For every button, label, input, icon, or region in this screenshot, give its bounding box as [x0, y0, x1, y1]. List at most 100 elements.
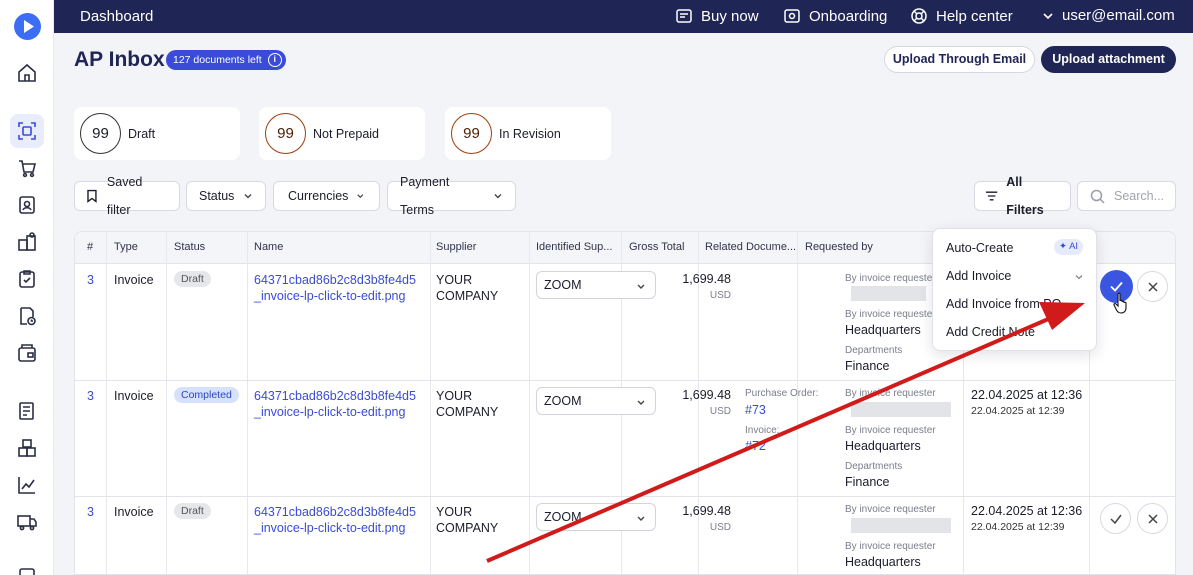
- status-badge: Draft: [174, 503, 211, 519]
- document-clock-icon[interactable]: [16, 305, 38, 327]
- home-icon[interactable]: [16, 62, 38, 84]
- row-type: Invoice: [114, 389, 154, 403]
- currency: USD: [709, 522, 731, 533]
- ai-badge: ✦ AI: [1054, 239, 1084, 255]
- col-status[interactable]: Status: [174, 241, 205, 253]
- saved-filter-label: Saved filter: [106, 175, 143, 217]
- buy-now-link[interactable]: Buy now: [675, 7, 759, 25]
- hand-cursor-icon: [1113, 292, 1127, 314]
- col-gross-total[interactable]: Gross Total: [629, 241, 684, 253]
- gross-amount: 1,699.48: [682, 504, 731, 518]
- info-icon[interactable]: i: [267, 53, 282, 67]
- reject-button[interactable]: [1137, 271, 1168, 302]
- file-name-line-2[interactable]: _invoice-lp-click-to-edit.png: [254, 404, 405, 420]
- suppliers-icon[interactable]: [16, 231, 38, 253]
- user-menu[interactable]: user@email.com: [1042, 7, 1175, 24]
- inbox-scan-icon[interactable]: [10, 114, 44, 148]
- created-date: 22.04.2025 at 12:36: [971, 504, 1083, 518]
- truck-icon[interactable]: [16, 511, 38, 533]
- close-icon: [1148, 282, 1158, 292]
- menu-add-invoice-from-po[interactable]: Add Invoice from PO: [946, 297, 1061, 311]
- clipboard-check-icon[interactable]: [16, 268, 38, 290]
- receipt-user-icon[interactable]: [16, 194, 38, 216]
- approve-button[interactable]: [1100, 503, 1131, 534]
- requester-location: Headquarters: [845, 555, 921, 569]
- ai-badge-label: AI: [1069, 241, 1079, 252]
- all-filters-label: All Filters: [1006, 175, 1044, 217]
- requester-location: Headquarters: [845, 323, 921, 337]
- all-filters-button[interactable]: All Filters: [974, 175, 1071, 217]
- menu-auto-create[interactable]: Auto-Create: [946, 241, 1013, 255]
- draft-label: Draft: [128, 127, 156, 141]
- documents-left-badge: 127 documents left i: [166, 50, 286, 70]
- department-value: Finance: [845, 359, 890, 373]
- col-identified-supplier[interactable]: Identified Sup...: [536, 241, 612, 253]
- col-number[interactable]: #: [87, 241, 93, 253]
- close-icon: [1148, 514, 1158, 524]
- file-name-line-2[interactable]: _invoice-lp-click-to-edit.png: [254, 520, 405, 536]
- currencies-filter[interactable]: Currencies: [273, 181, 380, 211]
- col-type[interactable]: Type: [114, 241, 138, 253]
- buy-now-label: Buy now: [701, 7, 759, 25]
- topbar-title: Dashboard: [80, 8, 154, 25]
- cart-icon[interactable]: [16, 157, 38, 179]
- gross-amount: 1,699.48: [682, 388, 731, 402]
- identified-supplier-value: ZOOM: [544, 510, 582, 524]
- row-number[interactable]: 3: [87, 388, 94, 404]
- search-input[interactable]: Search...: [1077, 181, 1176, 211]
- supplier-line-2: COMPANY: [436, 405, 499, 419]
- row-type: Invoice: [114, 505, 154, 519]
- boxes-icon[interactable]: [16, 437, 38, 459]
- file-name-line-2[interactable]: _invoice-lp-click-to-edit.png: [254, 288, 405, 304]
- wallet-icon[interactable]: [16, 342, 38, 364]
- related-po-link[interactable]: #73: [745, 402, 766, 418]
- documents-left-label: 127 documents left: [173, 54, 262, 66]
- onboarding-link[interactable]: Onboarding: [783, 7, 887, 25]
- filter-lines-icon: [985, 191, 998, 201]
- col-requested-by[interactable]: Requested by: [805, 241, 873, 253]
- created-date: 22.04.2025 at 12:36: [971, 388, 1083, 402]
- in-revision-card[interactable]: 99 In Revision: [445, 107, 611, 160]
- menu-add-invoice[interactable]: Add Invoice: [946, 269, 1011, 283]
- supplier-line-1: YOUR: [436, 505, 473, 519]
- lifebuoy-icon: [911, 8, 927, 24]
- status-filter[interactable]: Status: [186, 181, 266, 211]
- not-prepaid-card[interactable]: 99 Not Prepaid: [259, 107, 425, 160]
- check-icon: [1110, 514, 1122, 525]
- chevron-down-icon: [1075, 275, 1083, 280]
- payment-terms-filter[interactable]: Payment Terms: [387, 175, 516, 217]
- chevron-down-icon: [494, 194, 502, 199]
- saved-filter-button[interactable]: Saved filter: [74, 175, 180, 217]
- in-revision-label: In Revision: [499, 127, 561, 141]
- more-icon[interactable]: [16, 566, 38, 575]
- redacted-value: [851, 286, 926, 301]
- file-name-line-1[interactable]: 64371cbad86b2c8d3b8fe4d5: [254, 388, 416, 404]
- col-name[interactable]: Name: [254, 241, 283, 253]
- requester-label: By invoice requester: [845, 309, 936, 320]
- analytics-icon[interactable]: [16, 474, 38, 496]
- help-center-link[interactable]: Help center: [910, 7, 1013, 25]
- supplier-line-2: COMPANY: [436, 521, 499, 535]
- col-related-documents[interactable]: Related Docume...: [705, 241, 796, 253]
- menu-add-credit-note[interactable]: Add Credit Note: [946, 325, 1035, 339]
- related-invoice-label: Invoice:: [745, 425, 780, 436]
- row-number[interactable]: 3: [87, 272, 94, 288]
- reject-button[interactable]: [1137, 503, 1168, 534]
- draft-card[interactable]: 99 Draft: [74, 107, 240, 160]
- row-number[interactable]: 3: [87, 504, 94, 520]
- status-badge: Completed: [174, 387, 239, 403]
- search-placeholder: Search...: [1114, 189, 1165, 203]
- spreadsheet-icon[interactable]: [16, 400, 38, 422]
- redacted-value: [851, 402, 951, 417]
- chevron-down-icon: [1075, 303, 1083, 308]
- requester-label: By invoice requester: [845, 273, 936, 284]
- requester-label: By invoice requester: [845, 425, 936, 436]
- file-name-line-1[interactable]: 64371cbad86b2c8d3b8fe4d5: [254, 504, 416, 520]
- related-invoice-link[interactable]: #72: [745, 438, 766, 454]
- file-name-line-1[interactable]: 64371cbad86b2c8d3b8fe4d5: [254, 272, 416, 288]
- upload-email-button[interactable]: Upload Through Email: [884, 46, 1035, 73]
- upload-attachment-button[interactable]: Upload attachment: [1041, 46, 1176, 73]
- requester-label: By invoice requester: [845, 541, 936, 552]
- app-logo[interactable]: [14, 13, 41, 40]
- col-supplier[interactable]: Supplier: [436, 241, 476, 253]
